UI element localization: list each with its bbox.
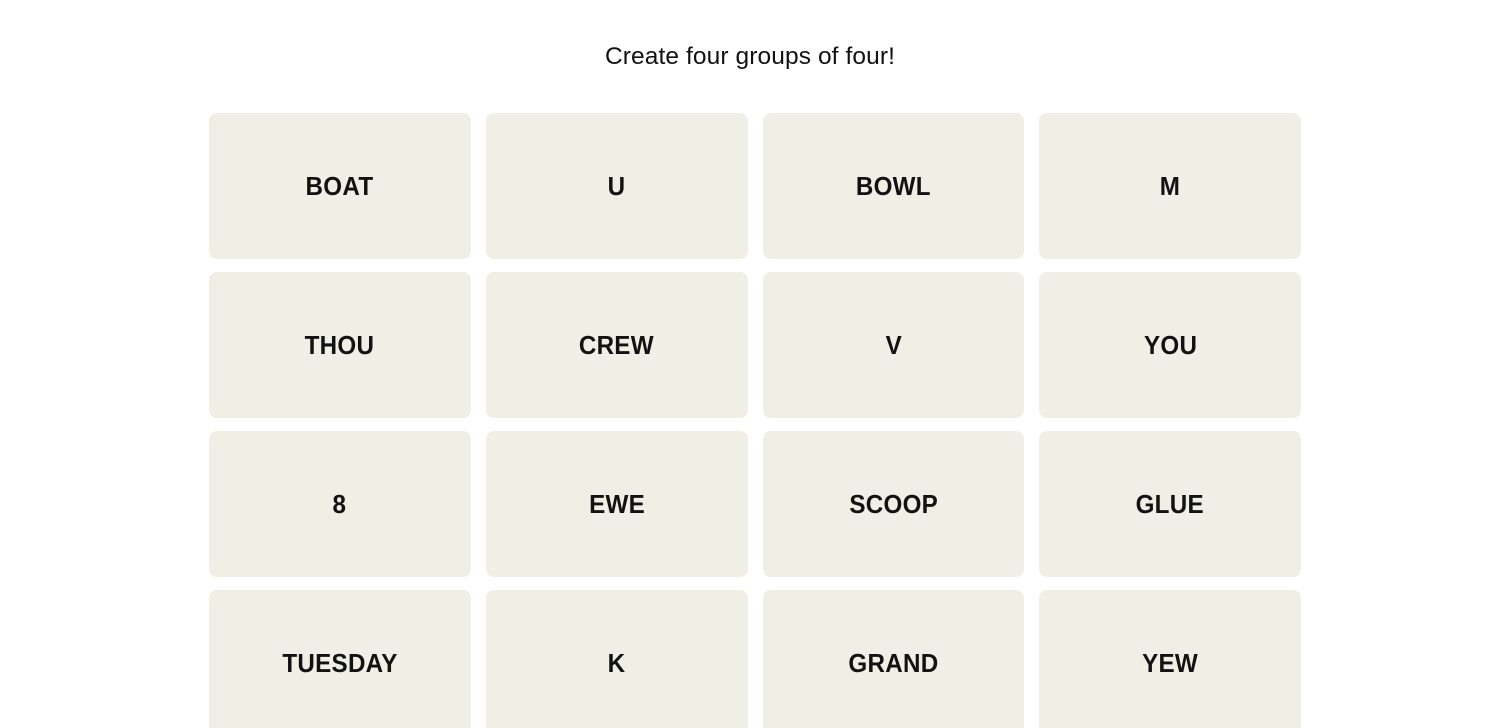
tile-7[interactable]: YOU	[1039, 272, 1301, 418]
tile-0[interactable]: BOAT	[209, 113, 471, 259]
tile-label: TUESDAY	[282, 648, 398, 678]
tile-9[interactable]: EWE	[485, 431, 748, 577]
tile-14[interactable]: GRAND	[762, 590, 1025, 728]
tile-label: THOU	[305, 330, 375, 360]
tile-1[interactable]: U	[485, 113, 748, 259]
tile-4[interactable]: THOU	[209, 272, 471, 418]
tile-2[interactable]: BOWL	[762, 113, 1025, 259]
tile-label: BOWL	[855, 171, 931, 201]
tile-13[interactable]: K	[485, 590, 748, 728]
tile-12[interactable]: TUESDAY	[209, 590, 471, 728]
tile-11[interactable]: GLUE	[1039, 431, 1301, 577]
tile-label: M	[1159, 171, 1181, 201]
tile-label: SCOOP	[848, 489, 938, 519]
tile-label: EWE	[588, 489, 645, 519]
tile-label: BOAT	[305, 171, 374, 201]
tile-label: U	[607, 171, 626, 201]
connections-game: Create four groups of four! BOAT U BOWL …	[0, 0, 1500, 728]
tile-grid: BOAT U BOWL M THOU CREW V YOU 8 EWE SCOO…	[209, 113, 1301, 728]
tile-label: GRAND	[848, 648, 939, 678]
tile-15[interactable]: YEW	[1039, 590, 1301, 728]
tile-label: 8	[333, 489, 347, 519]
tile-5[interactable]: CREW	[485, 272, 748, 418]
tile-6[interactable]: V	[762, 272, 1025, 418]
tile-label: YOU	[1143, 330, 1197, 360]
tile-label: YEW	[1142, 648, 1199, 678]
tile-8[interactable]: 8	[209, 431, 471, 577]
board-container: BOAT U BOWL M THOU CREW V YOU 8 EWE SCOO…	[209, 113, 1301, 728]
tile-label: K	[607, 648, 626, 678]
game-instructions: Create four groups of four!	[604, 43, 896, 70]
tile-label: V	[885, 330, 902, 360]
tile-label: CREW	[579, 330, 655, 360]
tile-3[interactable]: M	[1039, 113, 1301, 259]
tile-label: GLUE	[1135, 489, 1205, 519]
tile-10[interactable]: SCOOP	[762, 431, 1025, 577]
